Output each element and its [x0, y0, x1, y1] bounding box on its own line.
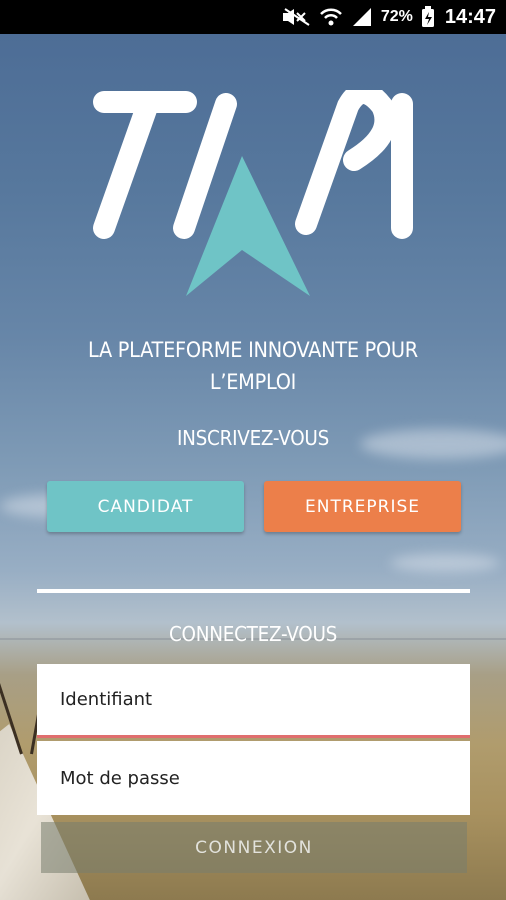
connexion-button[interactable]: CONNEXION — [41, 822, 467, 873]
silent-icon — [281, 7, 311, 27]
wifi-icon — [319, 7, 343, 27]
login-screen: LA PLATEFORME INNOVANTE POUR L’EMPLOI IN… — [0, 34, 506, 900]
signal-icon — [351, 7, 373, 27]
battery-icon — [421, 6, 435, 28]
tagline-line-2: L’EMPLOI — [209, 370, 297, 394]
tagline-line-1: LA PLATEFORME INNOVANTE POUR — [88, 338, 418, 362]
signup-title: INSCRIVEZ-VOUS — [176, 426, 330, 450]
clock: 14:47 — [444, 5, 496, 28]
status-bar: 72% 14:47 — [0, 0, 506, 34]
cloud — [390, 554, 500, 572]
password-field[interactable]: Mot de passe — [37, 741, 470, 815]
tipi-logo — [93, 90, 413, 296]
candidat-button[interactable]: CANDIDAT — [47, 481, 244, 532]
username-field[interactable]: Identifiant — [37, 664, 470, 738]
tagline: LA PLATEFORME INNOVANTE POUR L’EMPLOI — [20, 334, 486, 398]
entreprise-button[interactable]: ENTREPRISE — [264, 481, 461, 532]
divider — [37, 589, 470, 593]
battery-percent: 72% — [380, 8, 413, 25]
login-title: CONNECTEZ-VOUS — [168, 622, 338, 646]
